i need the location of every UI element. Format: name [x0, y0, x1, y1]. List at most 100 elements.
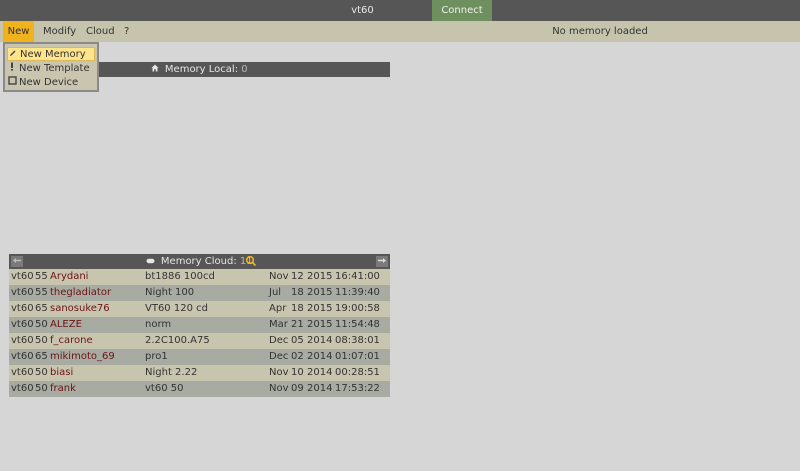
table-row[interactable]: vt60 50 f_carone 2.2C100.A75 Dec 05 2014…: [9, 333, 390, 349]
row-month: Dec: [269, 335, 289, 346]
row-model: vt60: [11, 351, 34, 362]
row-day: 18: [291, 287, 304, 298]
table-row[interactable]: vt60 55 thegladiator Night 100 Jul 18 20…: [9, 285, 390, 301]
row-day: 10: [291, 367, 304, 378]
row-day: 05: [291, 335, 304, 346]
row-name: pro1: [145, 351, 168, 362]
new-template-item[interactable]: New Template: [7, 62, 95, 76]
row-name: norm: [145, 319, 172, 330]
row-month: Jul: [269, 287, 282, 298]
row-day: 09: [291, 383, 304, 394]
row-user: Arydani: [50, 271, 89, 282]
arrow-right-icon[interactable]: [376, 256, 388, 267]
row-time: 17:53:22: [335, 383, 380, 394]
row-user: sanosuke76: [50, 303, 110, 314]
title-bar: vt60 Connect: [0, 0, 800, 21]
exclamation-icon: [7, 62, 17, 76]
row-user: ALEZE: [50, 319, 82, 330]
row-model: vt60: [11, 335, 34, 346]
row-time: 19:00:58: [335, 303, 380, 314]
row-size: 55: [35, 271, 48, 282]
row-day: 18: [291, 303, 304, 314]
row-name: 2.2C100.A75: [145, 335, 210, 346]
row-month: Mar: [269, 319, 288, 330]
row-year: 2015: [307, 303, 333, 314]
new-template-label: New Template: [19, 63, 90, 74]
row-model: vt60: [11, 303, 34, 314]
status-text: No memory loaded: [552, 26, 648, 37]
new-dropdown-menu: New Memory New Template New Device: [3, 42, 99, 92]
memory-cloud-list: vt60 55 Arydani bt1886 100cd Nov 12 2015…: [9, 269, 390, 397]
table-row[interactable]: vt60 55 Arydani bt1886 100cd Nov 12 2015…: [9, 269, 390, 285]
row-model: vt60: [11, 287, 34, 298]
row-user: frank: [50, 383, 76, 394]
row-day: 21: [291, 319, 304, 330]
row-model: vt60: [11, 271, 34, 282]
new-memory-label: New Memory: [20, 49, 86, 60]
row-year: 2014: [307, 351, 333, 362]
window-title: vt60: [351, 5, 374, 16]
row-size: 50: [35, 335, 48, 346]
search-icon[interactable]: [245, 255, 257, 267]
row-user: biasi: [50, 367, 74, 378]
row-year: 2014: [307, 383, 333, 394]
row-month: Nov: [269, 367, 289, 378]
row-year: 2014: [307, 367, 333, 378]
memory-cloud-header: Memory Cloud: 11: [9, 254, 390, 269]
connect-button[interactable]: Connect: [432, 0, 492, 21]
table-row[interactable]: vt60 50 frank vt60 50 Nov 09 2014 17:53:…: [9, 381, 390, 397]
row-year: 2015: [307, 271, 333, 282]
table-row[interactable]: vt60 50 ALEZE norm Mar 21 2015 11:54:48: [9, 317, 390, 333]
arrow-left-icon[interactable]: [11, 256, 23, 267]
new-device-item[interactable]: New Device: [7, 76, 95, 90]
menu-new[interactable]: New: [3, 21, 34, 42]
row-time: 11:39:40: [335, 287, 380, 298]
row-name: vt60 50: [145, 383, 184, 394]
row-model: vt60: [11, 319, 34, 330]
row-size: 65: [35, 303, 48, 314]
memory-local-count: 0: [241, 64, 248, 75]
new-device-label: New Device: [19, 77, 79, 88]
row-year: 2015: [307, 319, 333, 330]
row-month: Apr: [269, 303, 287, 314]
row-name: bt1886 100cd: [145, 271, 215, 282]
row-model: vt60: [11, 383, 34, 394]
row-name: VT60 120 cd: [145, 303, 208, 314]
row-time: 16:41:00: [335, 271, 380, 282]
row-user: mikimoto_69: [50, 351, 115, 362]
new-memory-item[interactable]: New Memory: [7, 47, 95, 61]
row-size: 50: [35, 367, 48, 378]
menu-cloud[interactable]: Cloud: [86, 21, 115, 42]
row-name: Night 100: [145, 287, 195, 298]
row-time: 11:54:48: [335, 319, 380, 330]
row-year: 2014: [307, 335, 333, 346]
table-row[interactable]: vt60 65 sanosuke76 VT60 120 cd Apr 18 20…: [9, 301, 390, 317]
table-row[interactable]: vt60 50 biasi Night 2.22 Nov 10 2014 00:…: [9, 365, 390, 381]
row-day: 02: [291, 351, 304, 362]
row-user: f_carone: [50, 335, 93, 346]
home-icon: [151, 64, 162, 74]
cloud-icon: [146, 257, 158, 266]
row-size: 65: [35, 351, 48, 362]
row-time: 08:38:01: [335, 335, 380, 346]
row-name: Night 2.22: [145, 367, 198, 378]
row-size: 50: [35, 383, 48, 394]
pencil-icon: [8, 48, 18, 62]
menu-modify[interactable]: Modify: [43, 21, 76, 42]
memory-cloud-label: Memory Cloud:: [160, 256, 237, 267]
row-time: 00:28:51: [335, 367, 380, 378]
row-time: 01:07:01: [335, 351, 380, 362]
row-size: 50: [35, 319, 48, 330]
row-model: vt60: [11, 367, 34, 378]
row-month: Dec: [269, 351, 289, 362]
menu-help[interactable]: ?: [124, 21, 129, 42]
menu-bar: New Modify Cloud ? No memory loaded: [0, 21, 800, 42]
row-user: thegladiator: [50, 287, 112, 298]
table-row[interactable]: vt60 65 mikimoto_69 pro1 Dec 02 2014 01:…: [9, 349, 390, 365]
row-day: 12: [291, 271, 304, 282]
row-month: Nov: [269, 383, 289, 394]
row-month: Nov: [269, 271, 289, 282]
row-size: 55: [35, 287, 48, 298]
device-square-icon: [7, 76, 17, 90]
row-year: 2015: [307, 287, 333, 298]
